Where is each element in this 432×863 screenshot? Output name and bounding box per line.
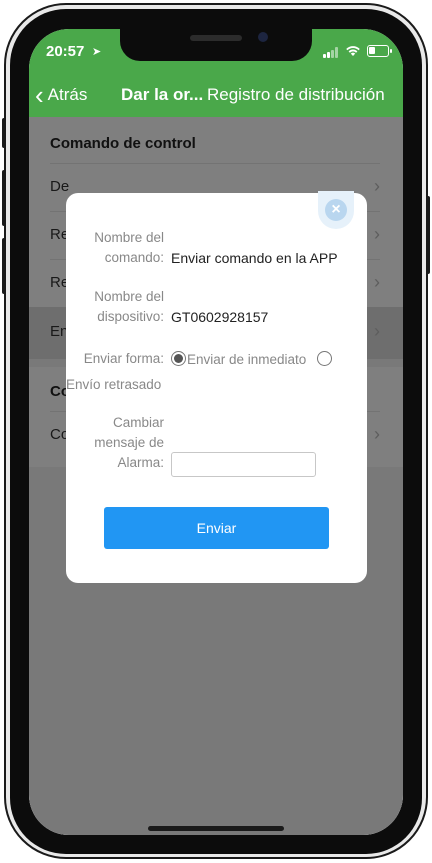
volume-down-button [2, 238, 6, 294]
radio-send-delayed[interactable] [317, 351, 332, 366]
close-button[interactable]: × [318, 191, 354, 229]
home-indicator[interactable] [148, 826, 284, 831]
wifi-icon [346, 46, 360, 56]
mute-switch [2, 118, 6, 148]
send-mode-label: Enviar forma: [83, 351, 164, 366]
device-name-value: GT0602928157 [171, 309, 269, 325]
command-name-value: Enviar comando en la APP [171, 250, 338, 266]
alarm-message-input[interactable] [171, 452, 316, 477]
power-button [426, 196, 430, 274]
page-title: Dar la or... [121, 85, 204, 104]
location-arrow-icon: ➤ [92, 46, 102, 58]
alarm-message-label: Cambiar mensaje de Alarma: [94, 415, 164, 470]
cellular-signal-icon [323, 47, 339, 58]
radio-send-delayed-label[interactable]: Envío retrasado [66, 377, 161, 392]
volume-up-button [2, 170, 6, 226]
speaker-grille [190, 35, 242, 41]
status-bar: 20:57 ➤ [29, 29, 403, 73]
device-name-label: Nombre del dispositivo: [94, 289, 164, 324]
front-camera [258, 32, 268, 42]
send-command-dialog: × Nombre del comando: Enviar comando en … [66, 191, 367, 583]
command-name-label: Nombre del comando: [94, 230, 164, 265]
status-time: 20:57 [46, 43, 85, 60]
radio-send-immediately[interactable] [171, 351, 186, 366]
back-button[interactable]: ‹ Atrás [35, 73, 87, 117]
distribution-log-button[interactable]: Registro de distribución [207, 73, 385, 117]
screen: Comando de control De › Re › Re › En › C… [29, 29, 403, 835]
battery-icon [367, 45, 392, 57]
radio-send-immediately-label[interactable]: Enviar de inmediato [187, 352, 306, 367]
navigation-bar: ‹ Atrás Dar la or... Registro de distrib… [29, 73, 403, 117]
back-label: Atrás [47, 85, 88, 104]
chevron-left-icon: ‹ [35, 80, 44, 110]
close-icon: × [325, 199, 347, 221]
send-button[interactable]: Enviar [104, 507, 329, 549]
notch [120, 29, 312, 61]
